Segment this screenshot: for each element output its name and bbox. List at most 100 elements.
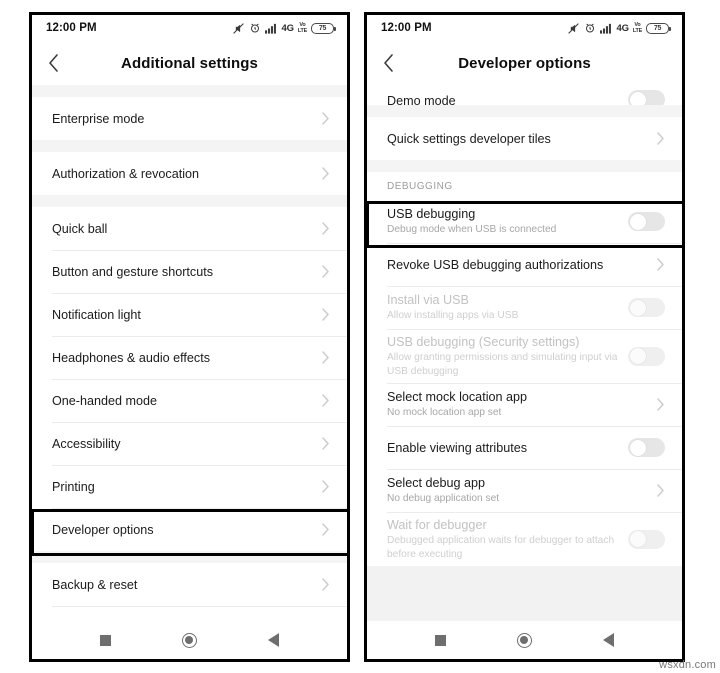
list-item-subtitle: Debug mode when USB is connected — [387, 224, 557, 236]
toggle-knob — [629, 91, 646, 105]
toggle-switch-off[interactable] — [628, 529, 665, 549]
list-item-title: Demo mode — [387, 94, 456, 105]
list-item[interactable]: Mi Mover — [32, 606, 347, 621]
nav-bar-right — [367, 621, 682, 659]
list-item[interactable]: Button and gesture shortcuts — [32, 250, 347, 293]
toggle-switch-off[interactable] — [628, 438, 665, 457]
home-button-left[interactable] — [172, 621, 206, 659]
list-item[interactable]: Enterprise mode — [32, 97, 347, 140]
list-item-texts: Wait for debugger Debugged application wa… — [387, 512, 620, 566]
chevron-right-icon — [656, 131, 665, 146]
list-item-title: Select mock location app — [387, 390, 528, 405]
back-button-nav-left[interactable] — [256, 621, 290, 659]
chevron-right-icon — [321, 577, 330, 592]
settings-list-right[interactable]: Demo mode Quick settings developer tiles D… — [367, 85, 682, 621]
status-time: 12:00 PM — [46, 22, 97, 34]
chevron-left-icon — [47, 53, 60, 73]
list-item-texts: Button and gesture shortcuts — [52, 259, 313, 285]
recents-icon — [100, 634, 112, 646]
back-button-nav-right[interactable] — [591, 621, 625, 659]
list-item-title: Wait for debugger — [387, 518, 487, 532]
title-bar-left: Additional settings — [32, 41, 347, 85]
chevron-right-icon — [656, 483, 665, 498]
list-item[interactable]: Authorization & revocation — [32, 152, 347, 195]
phone-screenshot-left: 12:00 PM 4G Vo LTE 75 Additional setting… — [29, 12, 350, 662]
list-item-subtitle: Allow granting permissions and simulatin… — [387, 352, 618, 377]
chevron-left-icon — [382, 53, 395, 73]
list-item-subtitle: No mock location app set — [387, 407, 502, 419]
status-icon-group: 4G Vo LTE 75 — [567, 22, 671, 35]
battery-icon: 75 — [311, 22, 336, 34]
toggle-knob — [629, 531, 646, 547]
toggle-switch-off[interactable] — [628, 346, 665, 366]
list-item[interactable]: Select mock location app No mock location… — [367, 383, 682, 426]
chevron-right-icon — [321, 221, 330, 236]
list-item-texts: USB debugging Debug mode when USB is conn… — [387, 201, 620, 242]
chevron-right-icon — [321, 620, 330, 621]
list-item-texts: Mi Mover — [52, 615, 313, 622]
toggle-switch-off[interactable] — [628, 212, 665, 231]
list-item[interactable]: Accessibility — [32, 422, 347, 465]
list-item-title: Select debug app — [387, 476, 486, 491]
list-item-title: Quick settings developer tiles — [387, 131, 551, 146]
volte-icon: Vo LTE — [298, 22, 307, 34]
settings-list-left[interactable]: Enterprise mode Authorization & revocatio… — [32, 85, 347, 621]
list-item: USB debugging (Security settings) Allow g… — [367, 329, 682, 383]
list-item-title: Accessibility — [52, 436, 121, 451]
list-item[interactable]: Developer options — [32, 508, 347, 551]
list-item-texts: Quick ball — [52, 216, 313, 242]
back-button-left[interactable] — [32, 41, 74, 85]
list-item[interactable]: Notification light — [32, 293, 347, 336]
list-item[interactable]: Backup & reset — [32, 563, 347, 606]
list-item[interactable]: Headphones & audio effects — [32, 336, 347, 379]
list-item-texts: Authorization & revocation — [52, 161, 313, 187]
back-icon — [267, 633, 279, 647]
network-type-label: 4G — [281, 22, 294, 34]
back-button-right[interactable] — [367, 41, 409, 85]
list-item-subtitle: No debug application set — [387, 493, 500, 505]
chevron-right-icon — [656, 397, 665, 412]
phone-screenshot-right: 12:00 PM 4G Vo LTE 75 Developer options … — [364, 12, 685, 662]
recents-button-left[interactable] — [89, 621, 123, 659]
group-separator — [32, 140, 347, 152]
mute-vibrate-icon — [232, 22, 245, 35]
status-icon-group: 4G Vo LTE 75 — [232, 22, 336, 35]
status-bar-left: 12:00 PM 4G Vo LTE 75 — [32, 15, 347, 41]
list-item-title: Authorization & revocation — [52, 166, 200, 181]
toggle-switch-off[interactable] — [628, 298, 665, 317]
list-item-title: Printing — [52, 479, 95, 494]
list-item[interactable]: Quick settings developer tiles — [367, 117, 682, 160]
network-type-label: 4G — [616, 22, 629, 34]
volte-icon: Vo LTE — [633, 22, 642, 34]
page-title-right: Developer options — [458, 54, 591, 72]
list-item[interactable]: Enable viewing attributes — [367, 426, 682, 469]
list-item-texts: Printing — [52, 474, 313, 500]
list-item[interactable]: Revoke USB debugging authorizations — [367, 243, 682, 286]
home-icon — [181, 632, 197, 648]
alarm-clock-icon — [584, 22, 596, 34]
chevron-right-icon — [321, 111, 330, 126]
list-item-title: USB debugging — [387, 207, 476, 222]
list-item[interactable]: One-handed mode — [32, 379, 347, 422]
recents-button-right[interactable] — [424, 621, 458, 659]
list-item-title: Enable viewing attributes — [387, 440, 528, 455]
list-item[interactable]: Demo mode — [367, 85, 682, 105]
list-item[interactable]: USB debugging Debug mode when USB is conn… — [367, 200, 682, 243]
list-group: Authorization & revocation — [32, 152, 347, 195]
home-button-right[interactable] — [507, 621, 541, 659]
list-item-texts: Accessibility — [52, 431, 313, 457]
list-item[interactable]: Printing — [32, 465, 347, 508]
list-item-texts: Notification light — [52, 302, 313, 328]
list-item-texts: Backup & reset — [52, 572, 313, 598]
list-item[interactable]: Select debug app No debug application set — [367, 469, 682, 512]
toggle-knob — [629, 348, 646, 364]
toggle-switch-off[interactable] — [628, 90, 665, 105]
chevron-right-icon — [321, 350, 330, 365]
alarm-clock-icon — [249, 22, 261, 34]
list-item-subtitle: Allow installing apps via USB — [387, 310, 519, 322]
page-title-left: Additional settings — [121, 54, 258, 72]
list-item[interactable]: Quick ball — [32, 207, 347, 250]
group-separator — [367, 105, 682, 117]
group-separator — [32, 551, 347, 563]
recents-icon — [435, 634, 447, 646]
